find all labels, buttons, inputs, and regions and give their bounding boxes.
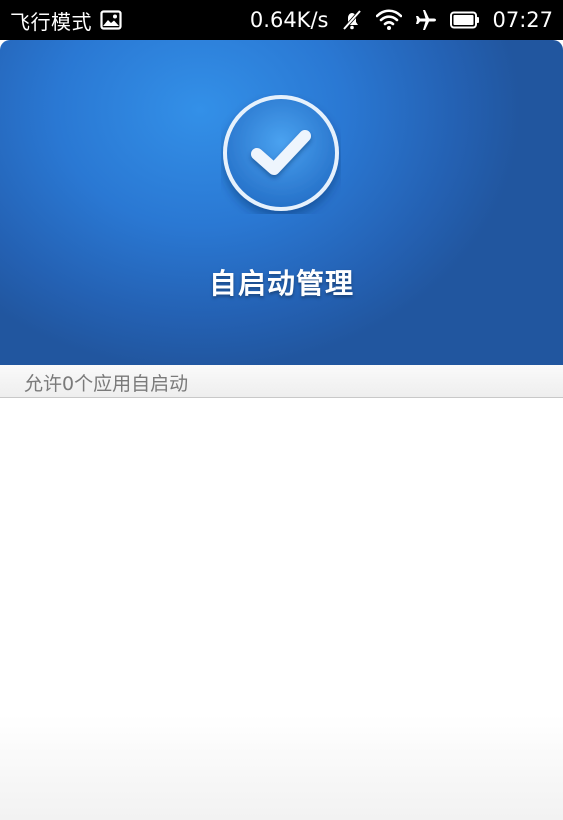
status-right: 0.64K/s 07:27 — [250, 0, 553, 40]
screen: 飞行模式 0.64K/s 07:27 自启动管理 允许0个应用自启动 — [0, 0, 563, 820]
airplane-icon — [414, 8, 438, 32]
mute-icon — [340, 8, 364, 32]
checkmark-icon — [221, 94, 341, 214]
summary-bar: 允许0个应用自启动 — [0, 365, 563, 398]
airplane-mode-label: 飞行模式 — [10, 9, 92, 34]
image-icon — [100, 10, 122, 30]
status-left: 飞行模式 — [10, 0, 122, 40]
allowed-count-label: 允许0个应用自启动 — [24, 373, 189, 395]
status-bar: 飞行模式 0.64K/s 07:27 — [0, 0, 563, 40]
app-list — [0, 398, 563, 820]
network-speed: 0.64K/s — [249, 8, 329, 32]
page-title: 自启动管理 — [208, 267, 354, 300]
wifi-icon — [376, 9, 403, 31]
battery-icon — [450, 11, 480, 29]
header-banner: 自启动管理 — [0, 40, 563, 365]
clock: 07:27 — [492, 8, 553, 32]
